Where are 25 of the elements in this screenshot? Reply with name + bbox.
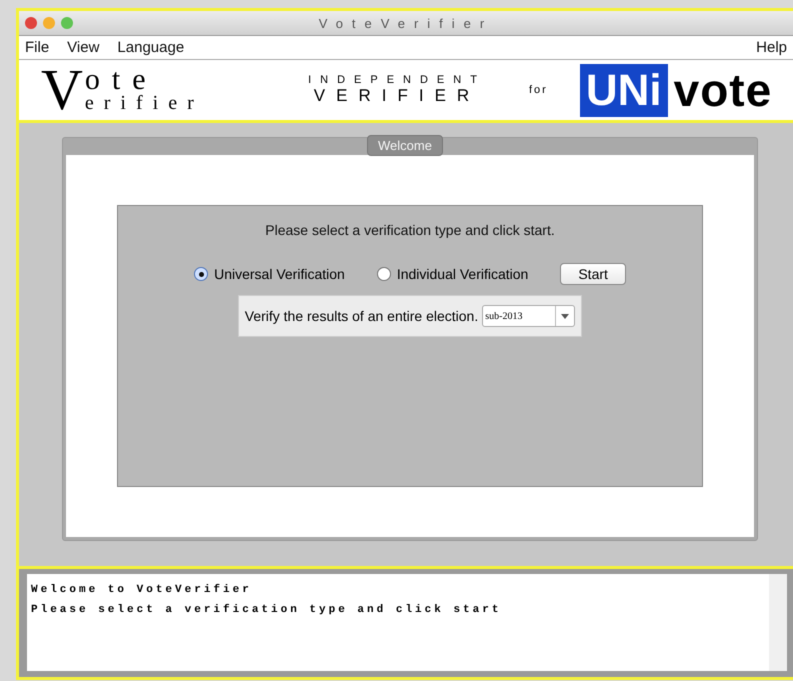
banner-text: for (529, 84, 548, 96)
radio-option[interactable]: Universal Verification (194, 266, 345, 282)
log-line: Please select a verification type and click start (31, 602, 502, 618)
banner-subtitle: VERIFIER (314, 86, 480, 106)
brand-logo-box: UNi (580, 64, 668, 116)
radio-button[interactable] (376, 267, 391, 281)
election-dropdown[interactable]: sub-2013 (482, 305, 576, 327)
logo-letter: V (41, 61, 83, 119)
banner-subtitle: INDEPENDENT (308, 74, 486, 86)
close-button[interactable] (25, 17, 37, 29)
description-text: Verify the results of an entire election. (244, 308, 478, 324)
menu-item[interactable]: Language (117, 39, 184, 56)
logo-text: erifier (84, 93, 204, 113)
start-button[interactable]: Start (560, 263, 626, 285)
menu-item[interactable]: Help (756, 39, 787, 56)
radio-option[interactable]: Individual Verification (376, 266, 528, 282)
menu-item[interactable]: View (67, 39, 100, 56)
logo-text: ote (84, 67, 158, 93)
brand-logo-text: vote (674, 63, 772, 117)
log-line: Welcome to VoteVerifier (31, 582, 253, 598)
window-title: VoteVerifier (318, 16, 494, 30)
zoom-button[interactable] (61, 17, 73, 29)
radio-button[interactable] (194, 267, 208, 281)
menu-item[interactable]: File (25, 39, 50, 56)
instruction-text: Please select a verification type and click start. (265, 222, 555, 238)
